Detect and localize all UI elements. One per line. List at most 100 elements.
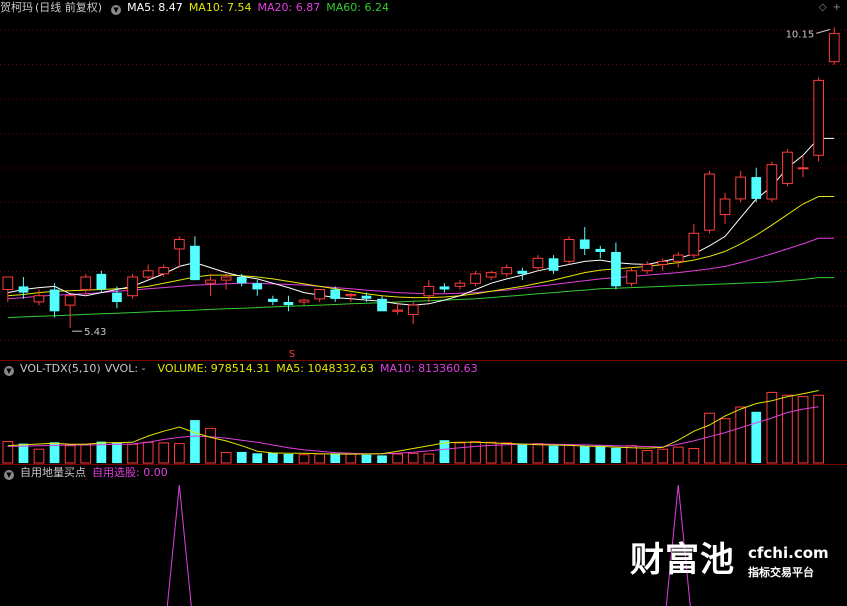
diamond-icon[interactable]: ◇	[819, 2, 827, 13]
signal-s-marker: S	[289, 349, 295, 360]
stock-name[interactable]: 贺柯玛	[0, 1, 33, 14]
candle-down	[268, 298, 278, 302]
volume-bar-up	[563, 444, 575, 464]
candle-up	[501, 267, 513, 275]
volume-bar-up	[641, 450, 653, 464]
candle-up	[470, 273, 481, 284]
candle-up	[158, 267, 170, 275]
volume-bar-up	[220, 452, 232, 464]
candle-up	[485, 272, 497, 278]
volume-bar-down	[252, 453, 263, 463]
candle-up	[392, 309, 403, 312]
candle-up	[813, 79, 824, 156]
volume-bar-up	[657, 448, 669, 464]
candle-up	[80, 276, 92, 290]
volume-bar-up	[532, 443, 544, 464]
volume-bar-up	[158, 442, 170, 464]
volume-bar-up	[423, 453, 435, 464]
watermark-domain: cfchi.com	[748, 544, 829, 562]
candle-up	[220, 276, 232, 281]
candle-up	[407, 304, 419, 316]
candle-down	[96, 273, 107, 290]
volume-bar-down	[268, 452, 278, 463]
candle-up	[423, 285, 435, 297]
volume-ma5-value: MA5: 1048332.63	[276, 362, 374, 375]
candle-up	[205, 279, 216, 284]
collapse-icon[interactable]: ▼	[4, 366, 14, 376]
candle-up	[828, 33, 840, 63]
volume-bar-up	[205, 427, 216, 464]
candle-down	[190, 245, 200, 281]
volume-ma10-value: MA10: 813360.63	[379, 362, 478, 375]
volume-bar-up	[80, 443, 92, 464]
volume-bar-down	[579, 446, 590, 463]
candle-up	[719, 198, 731, 216]
volume-bar-up	[688, 448, 700, 464]
candle-down	[751, 177, 762, 199]
volume-bar-down	[330, 453, 341, 463]
volume-bar-up	[298, 454, 310, 464]
candle-up	[532, 257, 544, 269]
candle-down	[439, 286, 450, 290]
period-label[interactable]: (日线 前复权)	[35, 1, 102, 14]
volume-bar-up	[314, 453, 325, 464]
volume-bar-up	[407, 452, 419, 464]
volume-bar-down	[517, 444, 528, 463]
volume-bar-down	[595, 445, 606, 463]
plus-icon[interactable]: +	[833, 2, 841, 13]
candle-up	[657, 260, 669, 265]
candle-down	[595, 248, 606, 252]
candle-up	[298, 299, 310, 303]
candle-up	[314, 289, 325, 300]
candle-up	[672, 254, 684, 262]
volume-bar-up	[2, 441, 14, 464]
candle-up	[142, 270, 154, 278]
volume-bar-up	[33, 448, 45, 464]
signal-panel-header: ▼ 自用地量买点 自用选股: 0.00	[0, 465, 174, 481]
candle-down	[49, 289, 60, 312]
candle-up	[641, 264, 653, 272]
volume-bar-up	[797, 396, 809, 464]
candle-up	[735, 176, 746, 200]
candle-up	[626, 270, 637, 284]
volume-bar-down	[283, 454, 294, 463]
volume-bar-down	[361, 454, 372, 463]
signal-value: 自用选股: 0.00	[92, 466, 168, 479]
volume-bar-up	[501, 442, 513, 464]
candle-up	[704, 173, 715, 231]
signal-indicator-name[interactable]: 自用地量买点	[20, 466, 86, 479]
signal-spike	[166, 484, 192, 606]
candle-down	[611, 252, 621, 287]
watermark-tagline: 指标交易平台	[748, 566, 814, 579]
panel-controls: ◇ +	[813, 2, 841, 13]
stock-chart-canvas: 10.15 5.43 S	[0, 27, 847, 606]
candle-up	[2, 276, 14, 290]
candle-up	[174, 239, 185, 250]
volume-bar-up	[735, 406, 746, 464]
candle-down	[112, 292, 122, 302]
volume-bar-up	[470, 441, 481, 464]
candle-up	[782, 151, 793, 184]
collapse-icon[interactable]: ▼	[4, 470, 14, 480]
candle-up	[688, 232, 700, 256]
volume-panel-header: ▼ VOL-TDX(5,10) VVOL: - VOLUME: 978514.31 MA…	[0, 361, 484, 377]
volume-bar-up	[719, 418, 731, 464]
volume-indicator-name[interactable]: VOL-TDX(5,10)	[20, 362, 101, 375]
candle-down	[236, 277, 247, 284]
candle-up	[345, 294, 357, 297]
ma20-value: MA20: 6.87	[257, 1, 321, 14]
volume-bar-up	[672, 446, 684, 464]
candle-down	[548, 258, 559, 271]
candle-down	[18, 286, 29, 293]
candle-up	[454, 282, 466, 287]
volume-bar-up	[345, 453, 357, 464]
volume-bar-down	[112, 442, 122, 464]
candle-up	[64, 295, 76, 306]
volume-bar-up	[142, 441, 154, 464]
volume-bar-up	[127, 443, 138, 464]
volume-bar-down	[190, 420, 200, 463]
candle-down	[283, 302, 294, 306]
volume-bar-up	[174, 443, 185, 464]
collapse-icon[interactable]: ▼	[111, 5, 122, 15]
volume-bar-down	[236, 451, 247, 463]
